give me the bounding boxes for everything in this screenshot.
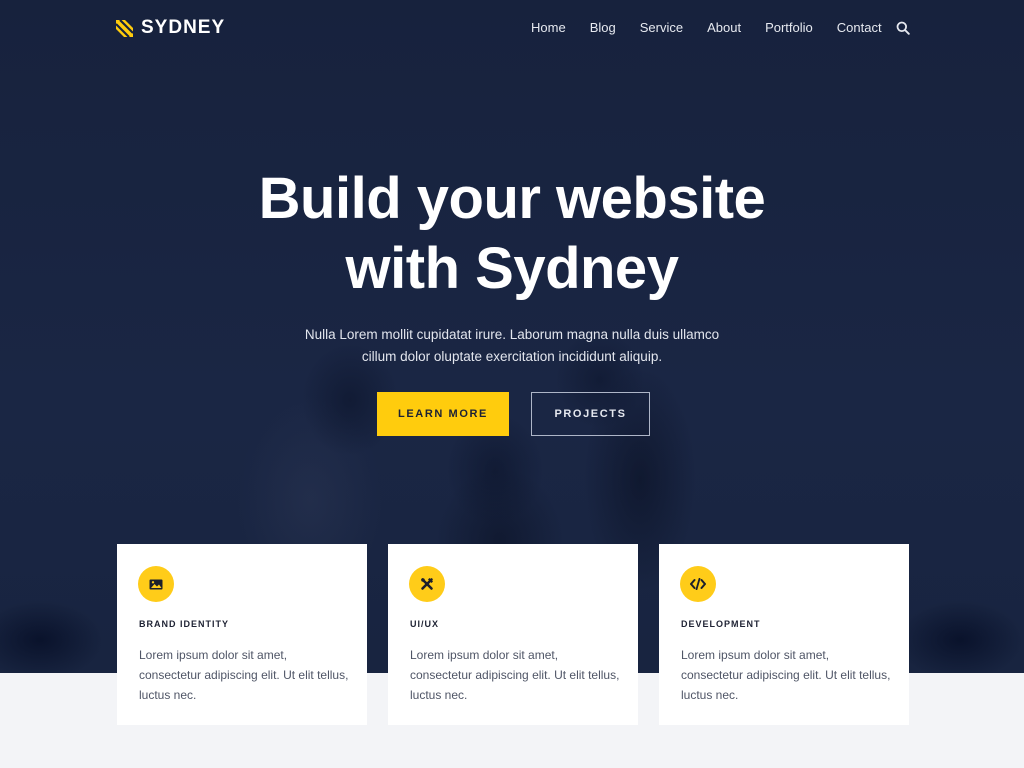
logo-icon: [116, 19, 133, 37]
service-icon-badge: [680, 566, 716, 602]
search-button[interactable]: [896, 21, 910, 35]
hero-title: Build your website with Sydney: [0, 164, 1024, 304]
service-description: Lorem ipsum dolor sit amet, consectetur …: [139, 648, 349, 702]
service-description: Lorem ipsum dolor sit amet, consectetur …: [681, 648, 891, 702]
site-logo[interactable]: SYDNEY: [116, 17, 226, 38]
nav-item-blog[interactable]: Blog: [590, 20, 616, 36]
nav-item-service[interactable]: Service: [640, 20, 683, 36]
projects-button[interactable]: PROJECTS: [531, 392, 650, 436]
nav-item-portfolio[interactable]: Portfolio: [765, 20, 813, 36]
nav-item-home[interactable]: Home: [531, 20, 566, 36]
service-card-brand-identity: BRAND IDENTITY Lorem ipsum dolor sit ame…: [117, 544, 367, 725]
service-description: Lorem ipsum dolor sit amet, consectetur …: [410, 648, 620, 702]
code-icon: [690, 578, 706, 590]
service-icon-badge: [138, 566, 174, 602]
service-title: DEVELOPMENT: [681, 619, 761, 629]
nav-item-contact[interactable]: Contact: [837, 20, 882, 36]
learn-more-button[interactable]: LEARN MORE: [377, 392, 509, 436]
service-card-ui-ux: UI/UX Lorem ipsum dolor sit amet, consec…: [388, 544, 638, 725]
service-title: UI/UX: [410, 619, 440, 629]
site-name: SYDNEY: [141, 17, 226, 38]
service-title: BRAND IDENTITY: [139, 619, 229, 629]
image-icon: [149, 579, 163, 589]
hero-subtitle: Nulla Lorem mollit cupidatat irure. Labo…: [304, 327, 720, 364]
service-card-development: DEVELOPMENT Lorem ipsum dolor sit amet, …: [659, 544, 909, 725]
search-icon: [896, 21, 910, 35]
service-icon-badge: [409, 566, 445, 602]
nav-item-about[interactable]: About: [707, 20, 741, 36]
site-header: SYDNEY Home Blog Service About Portfolio…: [0, 0, 1024, 56]
design-tools-icon: [421, 578, 433, 590]
hero-title-line-2: with Sydney: [345, 236, 679, 301]
main-nav: Home Blog Service About Portfolio Contac…: [531, 20, 906, 36]
hero-title-line-1: Build your website: [258, 166, 766, 231]
